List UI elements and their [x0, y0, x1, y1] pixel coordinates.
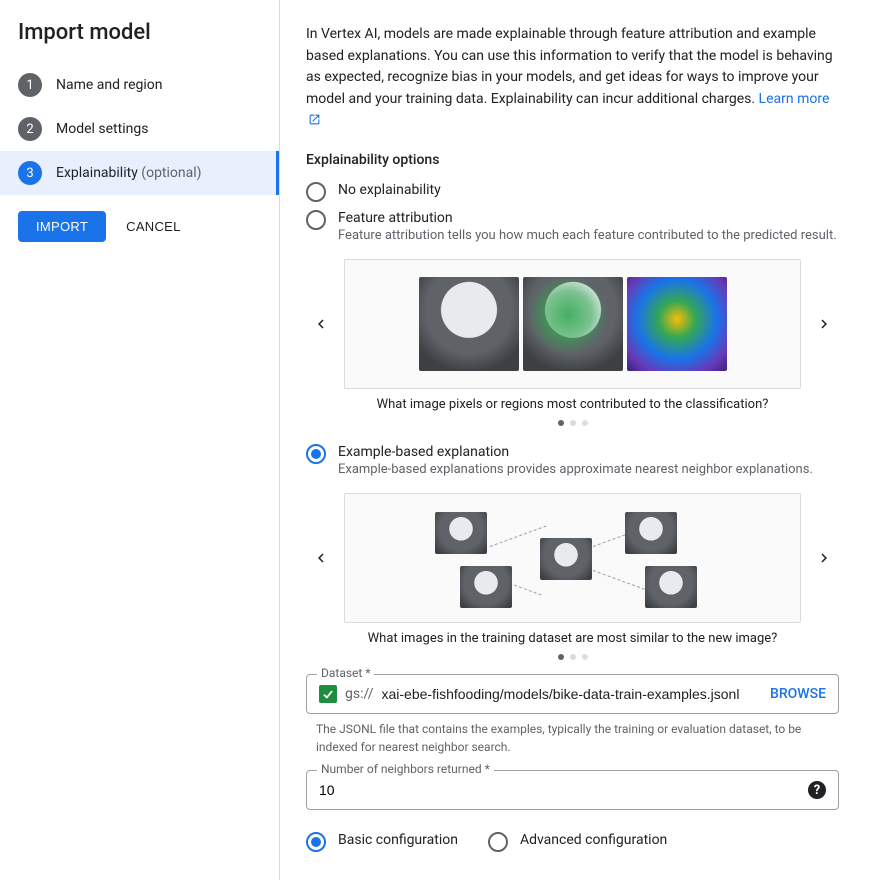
feature-carousel: [306, 259, 839, 389]
carousel-next-button[interactable]: [809, 309, 839, 339]
chevron-right-icon: [815, 315, 833, 333]
dot-icon[interactable]: [570, 420, 576, 426]
external-link-icon: [308, 113, 321, 126]
sidebar: Import model 1 Name and region 2 Model s…: [0, 0, 280, 880]
example-image-attribution: [523, 277, 623, 371]
dataset-field: Dataset * gs:// BROWSE: [306, 674, 839, 714]
radio-label: Advanced configuration: [520, 832, 667, 848]
example-carousel-caption: What images in the training dataset are …: [306, 631, 839, 646]
radio-icon[interactable]: [306, 832, 326, 852]
chevron-left-icon: [312, 549, 330, 567]
radio-icon[interactable]: [488, 832, 508, 852]
step-explainability[interactable]: 3 Explainability (optional): [0, 151, 279, 195]
radio-label: Example-based explanation: [338, 444, 839, 460]
option-no-explainability[interactable]: No explainability: [306, 178, 839, 206]
import-button[interactable]: IMPORT: [18, 211, 106, 242]
option-basic-config[interactable]: Basic configuration: [306, 828, 458, 856]
configuration-options: Basic configuration Advanced configurati…: [306, 828, 839, 856]
chevron-right-icon: [815, 549, 833, 567]
example-image-heatmap: [627, 277, 727, 371]
connector-line: [593, 570, 645, 590]
carousel-prev-button[interactable]: [306, 309, 336, 339]
main-panel: In Vertex AI, models are made explainabl…: [280, 0, 889, 880]
option-advanced-config[interactable]: Advanced configuration: [488, 828, 667, 856]
field-label: Dataset *: [317, 666, 374, 680]
query-image: [540, 538, 592, 580]
step-number: 1: [18, 73, 42, 97]
radio-icon[interactable]: [306, 210, 326, 230]
neighbor-image: [460, 566, 512, 608]
neighbors-field: Number of neighbors returned * ?: [306, 770, 839, 810]
carousel-next-button[interactable]: [809, 543, 839, 573]
intro-text: In Vertex AI, models are made explainabl…: [306, 24, 839, 132]
check-icon: [319, 685, 337, 703]
dot-icon[interactable]: [582, 654, 588, 660]
radio-label: Basic configuration: [338, 832, 458, 848]
carousel-content: [344, 493, 801, 623]
step-model-settings[interactable]: 2 Model settings: [0, 107, 279, 151]
carousel-prev-button[interactable]: [306, 543, 336, 573]
option-example-based[interactable]: Example-based explanation Example-based …: [306, 440, 839, 481]
example-image-original: [419, 277, 519, 371]
radio-description: Example-based explanations provides appr…: [338, 462, 839, 477]
carousel-dots: [306, 654, 839, 660]
chevron-left-icon: [312, 315, 330, 333]
radio-description: Feature attribution tells you how much e…: [338, 228, 839, 243]
dot-icon[interactable]: [570, 654, 576, 660]
radio-icon[interactable]: [306, 444, 326, 464]
step-number: 2: [18, 117, 42, 141]
neighbor-image: [645, 566, 697, 608]
dot-icon[interactable]: [558, 654, 564, 660]
gs-prefix: gs://: [345, 686, 374, 702]
neighbors-input[interactable]: [319, 782, 808, 798]
dot-icon[interactable]: [558, 420, 564, 426]
browse-button[interactable]: BROWSE: [770, 686, 826, 702]
help-icon[interactable]: ?: [808, 781, 826, 799]
page-title: Import model: [0, 20, 279, 63]
example-carousel: [306, 493, 839, 623]
step-name-region[interactable]: 1 Name and region: [0, 63, 279, 107]
cancel-button[interactable]: CANCEL: [116, 211, 191, 242]
neighbor-image: [435, 512, 487, 554]
step-label: Name and region: [56, 77, 163, 93]
radio-label: Feature attribution: [338, 210, 839, 226]
dot-icon[interactable]: [582, 420, 588, 426]
step-label: Model settings: [56, 121, 148, 137]
option-feature-attribution[interactable]: Feature attribution Feature attribution …: [306, 206, 839, 247]
carousel-dots: [306, 420, 839, 426]
neighbor-image: [625, 512, 677, 554]
radio-icon[interactable]: [306, 182, 326, 202]
dataset-help-text: The JSONL file that contains the example…: [316, 720, 835, 756]
feature-carousel-caption: What image pixels or regions most contri…: [306, 397, 839, 412]
dataset-path-input[interactable]: [382, 686, 762, 702]
connector-line: [490, 526, 547, 547]
carousel-content: [344, 259, 801, 389]
field-label: Number of neighbors returned *: [317, 762, 494, 776]
explainability-options-title: Explainability options: [306, 152, 839, 168]
sidebar-actions: IMPORT CANCEL: [0, 195, 279, 258]
step-number: 3: [18, 161, 42, 185]
radio-label: No explainability: [338, 182, 839, 198]
step-label: Explainability (optional): [56, 165, 202, 181]
